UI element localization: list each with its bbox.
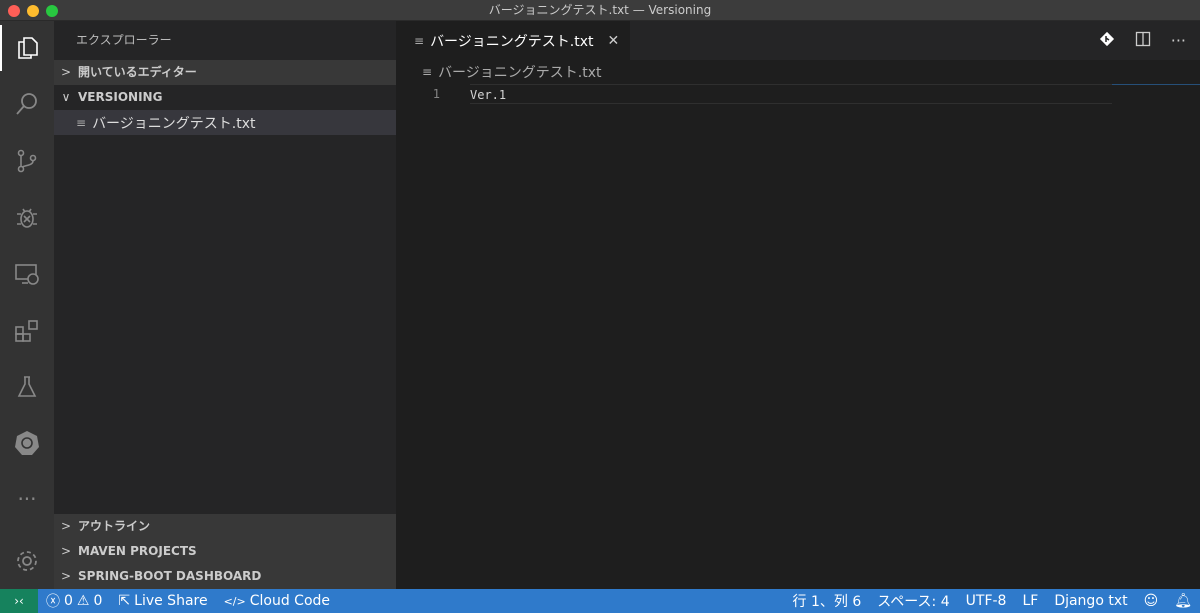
testing-flask-icon[interactable] (0, 364, 54, 410)
extensions-icon[interactable] (0, 308, 54, 354)
chevron-right-icon: > (60, 569, 72, 583)
cursor-position[interactable]: 行 1、列 6 (785, 591, 870, 611)
breadcrumb[interactable]: ≡ バージョニングテスト.txt (396, 60, 1200, 84)
debug-icon[interactable] (0, 194, 54, 240)
warning-icon: ⚠ (76, 593, 90, 609)
git-icon[interactable] (1099, 31, 1115, 51)
section-label: アウトライン (78, 519, 151, 533)
text-file-icon: ≡ (422, 65, 433, 79)
cloud-code-button[interactable]: </> Cloud Code (216, 593, 338, 609)
section-outline[interactable]: > アウトライン (54, 514, 396, 539)
line-text[interactable]: Ver.1 (470, 84, 1112, 104)
search-icon[interactable] (0, 81, 54, 127)
line-number: 1 (432, 87, 440, 101)
explorer-sidebar: エクスプローラー > 開いているエディター ∨ VERSIONING ≡ バージョニン… (54, 21, 396, 589)
section-label: 開いているエディター (78, 65, 197, 79)
section-maven-projects[interactable]: > MAVEN PROJECTS (54, 539, 396, 564)
status-bar: ›‹ ⓧ 0 ⚠ 0 ⇱ Live Share </> Cloud Code 行 1、列 … (0, 589, 1200, 613)
encoding[interactable]: UTF-8 (958, 593, 1015, 609)
close-window-button[interactable] (8, 5, 20, 17)
error-icon: ⓧ (46, 594, 60, 610)
end-of-line[interactable]: LF (1014, 593, 1046, 609)
problems-indicator[interactable]: ⓧ 0 ⚠ 0 (38, 591, 110, 611)
source-control-icon[interactable] (0, 138, 54, 184)
section-spring-boot-dashboard[interactable]: > SPRING-BOOT DASHBOARD (54, 564, 396, 589)
sidebar-title: エクスプローラー (76, 33, 172, 47)
explorer-icon[interactable] (0, 25, 54, 71)
section-versioning[interactable]: ∨ VERSIONING (54, 85, 396, 110)
breadcrumb-item: バージョニングテスト.txt (438, 65, 602, 81)
split-editor-icon[interactable] (1135, 31, 1151, 51)
close-tab-icon[interactable]: ✕ (608, 33, 620, 49)
live-share-icon: ⇱ (118, 593, 131, 609)
remote-indicator[interactable]: ›‹ (0, 589, 38, 613)
kubernetes-icon[interactable] (0, 420, 54, 466)
notifications-bell-icon[interactable]: 🔔︎ (1166, 593, 1200, 609)
warning-count: 0 (93, 593, 103, 609)
more-actions-icon[interactable]: ··· (1171, 31, 1186, 50)
maximize-window-button[interactable] (46, 5, 58, 17)
live-share-label: Live Share (134, 593, 208, 609)
feedback-smiley-icon[interactable]: ☺ (1136, 593, 1167, 609)
chevron-down-icon: ∨ (61, 90, 71, 104)
text-file-icon: ≡ (414, 33, 425, 48)
section-open-editors[interactable]: > 開いているエディター (54, 60, 396, 85)
chevron-right-icon: > (60, 544, 72, 558)
error-count: 0 (64, 593, 73, 609)
text-file-icon: ≡ (76, 115, 87, 130)
editor-area: ≡ バージョニングテスト.txt ✕ ··· ≡ バージョニングテスト.txt 1 Ve… (396, 21, 1200, 589)
minimap-slider[interactable] (1112, 84, 1200, 85)
language-mode[interactable]: Django txt (1046, 593, 1135, 609)
tab-versioning-test-txt[interactable]: ≡ バージョニングテスト.txt ✕ (396, 21, 630, 60)
cloud-code-label: Cloud Code (249, 593, 331, 609)
more-icon[interactable]: ··· (0, 476, 54, 522)
minimize-window-button[interactable] (27, 5, 39, 17)
code-line[interactable]: 1 Ver.1 (396, 84, 1200, 104)
live-share-button[interactable]: ⇱ Live Share (110, 593, 215, 609)
tab-bar: ≡ バージョニングテスト.txt ✕ ··· (396, 21, 1200, 60)
section-label: VERSIONING (78, 90, 163, 104)
code-icon: </> (223, 594, 246, 608)
title-bar: バージョニングテスト.txt — Versioning (0, 0, 1200, 21)
section-label: SPRING-BOOT DASHBOARD (78, 569, 262, 583)
remote-explorer-icon[interactable] (0, 251, 54, 297)
section-label: MAVEN PROJECTS (78, 544, 197, 558)
file-name: バージョニングテスト.txt (92, 115, 256, 132)
activity-bar: ··· (0, 21, 54, 589)
indentation[interactable]: スペース: 4 (869, 591, 957, 611)
remote-icon: ›‹ (14, 594, 24, 608)
file-item[interactable]: ≡ バージョニングテスト.txt (54, 110, 396, 135)
gear-icon[interactable] (0, 538, 54, 584)
chevron-right-icon: > (60, 65, 72, 79)
chevron-right-icon: > (60, 519, 72, 533)
tab-label: バージョニングテスト.txt (430, 33, 594, 50)
window-title: バージョニングテスト.txt — Versioning (488, 3, 712, 17)
